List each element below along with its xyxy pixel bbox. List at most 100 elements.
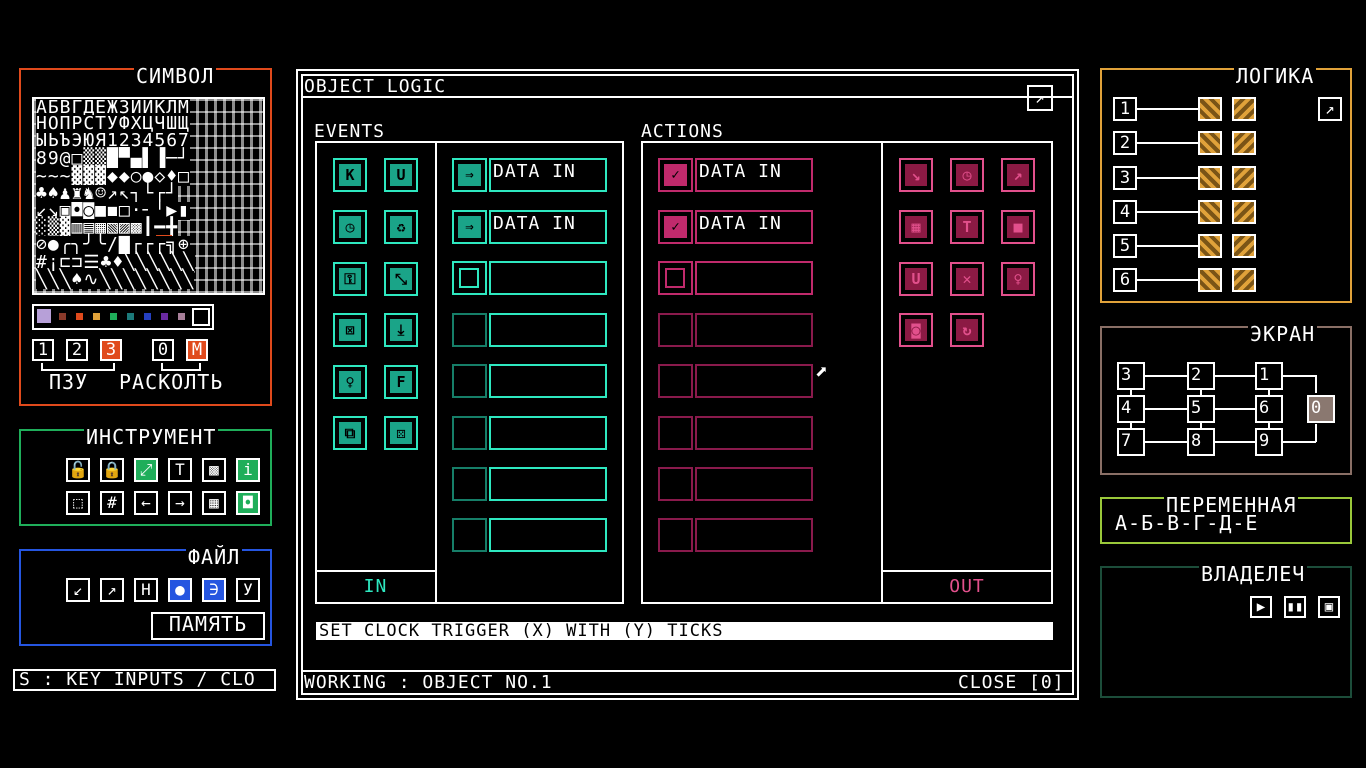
frame-icon[interactable]: ▣: [1318, 596, 1340, 618]
select-tool-icon[interactable]: ⬚: [66, 491, 90, 515]
delete-action-icon[interactable]: ✕: [950, 262, 984, 296]
screen-node[interactable]: 1: [1255, 362, 1283, 390]
cycle-event-icon[interactable]: ♻: [384, 210, 418, 244]
event-slot-field[interactable]: [489, 416, 607, 450]
new-file-icon[interactable]: Н: [134, 578, 158, 602]
variable-list[interactable]: А-Б-В-Г-Д-Е: [1113, 513, 1260, 533]
palette-color[interactable]: [144, 313, 151, 320]
event-slot-icon[interactable]: [452, 313, 487, 347]
event-slot-field[interactable]: DATA IN: [489, 158, 607, 192]
info-icon[interactable]: i: [236, 458, 260, 482]
user-action-icon[interactable]: U: [899, 262, 933, 296]
palette-color[interactable]: [59, 313, 66, 320]
action-slot-field[interactable]: [695, 416, 813, 450]
pattern-icon[interactable]: ▦: [202, 491, 226, 515]
clock-event-icon[interactable]: ◷: [333, 210, 367, 244]
logic-row-number[interactable]: 1: [1113, 97, 1137, 121]
file-event-icon[interactable]: F: [384, 365, 418, 399]
palette-color[interactable]: [127, 313, 134, 320]
text-action-icon[interactable]: T: [950, 210, 984, 244]
idea-event-icon[interactable]: ♀: [333, 365, 367, 399]
screen-node[interactable]: 8: [1187, 428, 1215, 456]
glyph-grid[interactable]: АБВГДЕЖЗИЙКЛМ НОПРСТУФХЦЧШЩ ЫЬЪЭЮЯ123456…: [32, 97, 265, 295]
glyph-row[interactable]: ╲╲╲♠∿╲╲╲╲╲╲╲╲: [36, 271, 195, 289]
action-slot-field[interactable]: DATA IN: [695, 210, 813, 244]
export-icon[interactable]: ↗: [100, 578, 124, 602]
text-tool-icon[interactable]: T: [168, 458, 192, 482]
logic-row-number[interactable]: 4: [1113, 200, 1137, 224]
palette-color-selected[interactable]: [37, 309, 51, 323]
target-action-icon[interactable]: ◙: [899, 313, 933, 347]
action-slot-icon[interactable]: [658, 364, 693, 398]
key-event-icon[interactable]: K: [333, 158, 367, 192]
action-slot-icon[interactable]: [658, 518, 693, 552]
bank-button-m[interactable]: M: [186, 339, 208, 361]
reset-action-icon[interactable]: ↻: [950, 313, 984, 347]
logic-block-icon[interactable]: [1198, 200, 1222, 224]
screen-node[interactable]: 5: [1187, 395, 1215, 423]
logic-block-icon[interactable]: [1198, 97, 1222, 121]
event-slot-icon[interactable]: [452, 364, 487, 398]
event-slot-icon[interactable]: [452, 518, 487, 552]
screen-node[interactable]: 7: [1117, 428, 1145, 456]
fill-tool-icon[interactable]: ◘: [236, 491, 260, 515]
user-event-icon[interactable]: U: [384, 158, 418, 192]
close-window-button[interactable]: CLOSE [0]: [958, 673, 1065, 693]
screen-node-current[interactable]: 0: [1307, 395, 1335, 423]
window-event-icon[interactable]: ⧉: [333, 416, 367, 450]
bank-button-2[interactable]: 2: [66, 339, 88, 361]
lock-event-icon[interactable]: ⚿: [333, 262, 367, 296]
unlock-icon[interactable]: 🔓: [66, 458, 90, 482]
action-slot-icon[interactable]: [658, 313, 693, 347]
grid-icon[interactable]: #: [100, 491, 124, 515]
action-slot-field[interactable]: [695, 364, 813, 398]
pattern-action-icon[interactable]: ▦: [899, 210, 933, 244]
event-slot-icon[interactable]: ⇒: [452, 210, 487, 244]
action-slot-field[interactable]: [695, 261, 813, 295]
clock-action-icon[interactable]: ◷: [950, 158, 984, 192]
logic-block-icon[interactable]: [1198, 131, 1222, 155]
idea-action-icon[interactable]: ♀: [1001, 262, 1035, 296]
logic-block-icon[interactable]: [1232, 97, 1256, 121]
screen-node[interactable]: 3: [1117, 362, 1145, 390]
action-slot-icon[interactable]: [658, 467, 693, 501]
palette-color[interactable]: [178, 313, 185, 320]
action-slot-field[interactable]: DATA IN: [695, 158, 813, 192]
palette-color[interactable]: [161, 313, 168, 320]
dice-event-icon[interactable]: ⚄: [384, 416, 418, 450]
event-slot-field[interactable]: DATA IN: [489, 210, 607, 244]
logic-block-icon[interactable]: [1198, 268, 1222, 292]
action-slot-icon[interactable]: ✓: [658, 210, 693, 244]
action-slot-field[interactable]: [695, 467, 813, 501]
action-slot-field[interactable]: [695, 518, 813, 552]
delete-file-icon[interactable]: У: [236, 578, 260, 602]
action-slot-icon[interactable]: ✓: [658, 158, 693, 192]
event-slot-field[interactable]: [489, 518, 607, 552]
arrow-right-icon[interactable]: →: [168, 491, 192, 515]
event-slot-icon[interactable]: [452, 261, 487, 295]
logic-block-icon[interactable]: [1232, 200, 1256, 224]
pause-icon[interactable]: ▮▮: [1284, 596, 1306, 618]
event-slot-icon[interactable]: [452, 467, 487, 501]
collide-event-icon[interactable]: ⊠: [333, 313, 367, 347]
action-slot-icon[interactable]: [658, 261, 693, 295]
stop-action-icon[interactable]: ■: [1001, 210, 1035, 244]
save-file-icon[interactable]: ∋: [202, 578, 226, 602]
event-slot-field[interactable]: [489, 313, 607, 347]
logic-block-icon[interactable]: [1232, 268, 1256, 292]
open-file-icon[interactable]: ●: [168, 578, 192, 602]
bank-button-0[interactable]: 0: [152, 339, 174, 361]
stamp-tool-icon[interactable]: ▩: [202, 458, 226, 482]
lock-icon[interactable]: 🔒: [100, 458, 124, 482]
download-event-icon[interactable]: ⤓: [384, 313, 418, 347]
window-close-icon[interactable]: ↗: [1027, 85, 1053, 111]
event-slot-icon[interactable]: [452, 416, 487, 450]
logic-row-number[interactable]: 3: [1113, 166, 1137, 190]
screen-node[interactable]: 6: [1255, 395, 1283, 423]
logic-block-icon[interactable]: [1198, 166, 1222, 190]
resize-event-icon[interactable]: ⤡: [384, 262, 418, 296]
palette-color-white[interactable]: [192, 308, 210, 326]
action-slot-field[interactable]: [695, 313, 813, 347]
play-icon[interactable]: ▶: [1250, 596, 1272, 618]
screen-node[interactable]: 4: [1117, 395, 1145, 423]
